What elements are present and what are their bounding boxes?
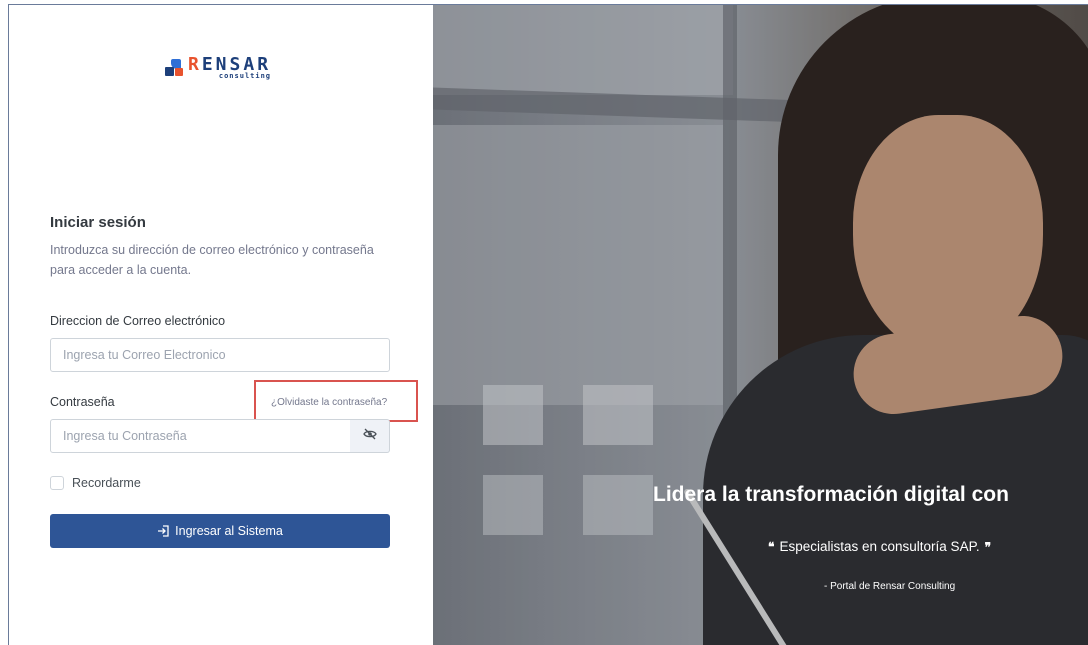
password-input[interactable] [50,419,351,453]
login-button[interactable]: Ingresar al Sistema [50,514,390,548]
email-label: Direccion de Correo electrónico [50,314,226,328]
toggle-password-button[interactable] [350,419,390,453]
login-button-label: Ingresar al Sistema [175,524,283,538]
open-quote-icon: ❝ [768,539,775,554]
login-panel: RENSAR consulting Iniciar sesión Introdu… [9,5,433,645]
login-icon [157,525,169,537]
page-description: Introduzca su dirección de correo electr… [50,243,374,277]
remember-checkbox[interactable] [50,476,64,490]
remember-me[interactable]: Recordarme [50,476,141,490]
brand-subtitle: consulting [218,72,272,80]
page-title: Iniciar sesión [50,214,146,231]
eye-slash-icon [362,427,377,445]
hero-quote: ❝ Especialistas en consultoría SAP. ❞ [763,539,996,554]
hero-headline: Lidera la transformación digital con [653,483,1009,506]
forgot-password-link[interactable]: ¿Olvidaste la contraseña? [271,397,387,408]
password-label: Contraseña [50,395,115,409]
brand-mark-icon [165,59,185,81]
remember-label: Recordarme [72,476,141,490]
email-input[interactable] [50,338,390,372]
brand-logo: RENSAR consulting [165,55,271,87]
hero-panel: Lidera la transformación digital con ❝ E… [433,5,1088,645]
hero-quote-text: Especialistas en consultoría SAP. [779,539,980,554]
app-frame: RENSAR consulting Iniciar sesión Introdu… [8,4,1088,645]
hero-attribution: - Portal de Rensar Consulting [824,581,956,592]
close-quote-icon: ❞ [984,539,992,554]
